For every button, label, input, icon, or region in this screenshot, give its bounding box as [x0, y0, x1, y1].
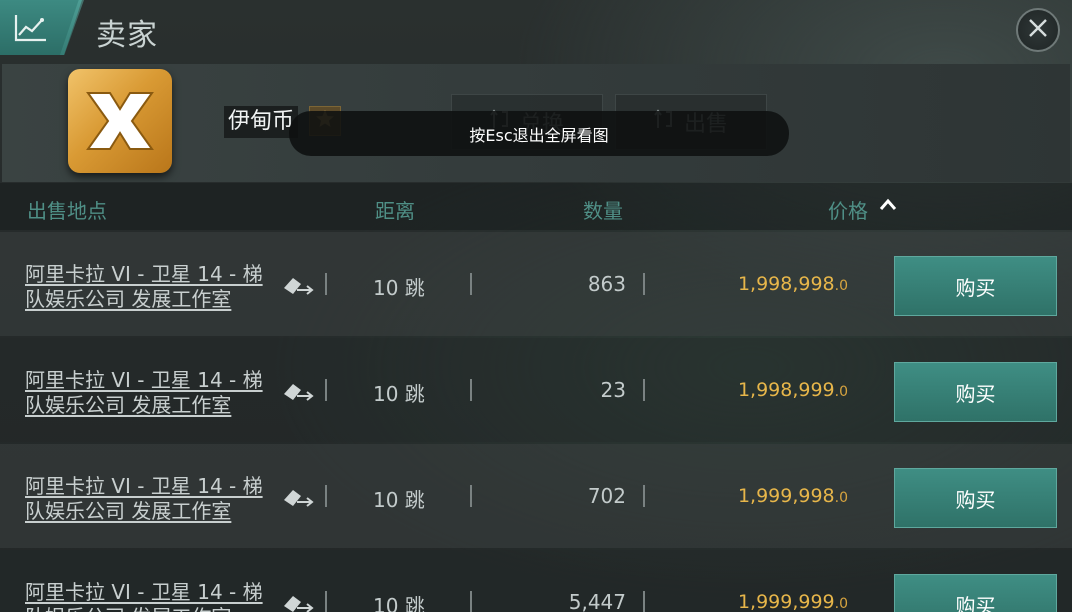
column-price[interactable]: 价格 — [828, 195, 868, 224]
price: 1,998,998.0 — [660, 273, 848, 295]
table-row: 阿里卡拉 VI - 卫星 14 - 梯队娱乐公司 发展工作室 10 跳 5,44… — [0, 550, 1072, 612]
item-name: 伊甸币 — [224, 106, 299, 138]
column-location[interactable]: 出售地点 — [27, 195, 107, 224]
isk-coin-icon — [68, 69, 172, 173]
separator — [470, 485, 472, 507]
separator — [325, 379, 327, 401]
separator — [325, 273, 327, 295]
table-row: 阿里卡拉 VI - 卫星 14 - 梯队娱乐公司 发展工作室 10 跳 702 … — [0, 444, 1072, 548]
price-decimal: .0 — [834, 490, 848, 506]
column-quantity[interactable]: 数量 — [583, 195, 623, 224]
station-link[interactable]: 阿里卡拉 VI - 卫星 14 - 梯队娱乐公司 发展工作室 — [25, 368, 270, 418]
separator — [643, 273, 645, 295]
route-icon[interactable] — [281, 272, 317, 304]
table-row: 阿里卡拉 VI - 卫星 14 - 梯队娱乐公司 发展工作室 10 跳 863 … — [0, 232, 1072, 336]
price-value: 1,998,999 — [737, 379, 835, 401]
price-decimal: .0 — [834, 278, 848, 294]
jump-distance: 10 跳 — [373, 276, 425, 300]
price: 1,999,999.0 — [660, 591, 848, 612]
price-decimal: .0 — [834, 384, 848, 400]
quantity: 863 — [587, 272, 626, 296]
station-link[interactable]: 阿里卡拉 VI - 卫星 14 - 梯队娱乐公司 发展工作室 — [25, 580, 270, 612]
sort-ascending-icon[interactable] — [878, 196, 898, 216]
separator — [643, 591, 645, 612]
quantity: 5,447 — [568, 590, 626, 612]
table-row: 阿里卡拉 VI - 卫星 14 - 梯队娱乐公司 发展工作室 10 跳 23 1… — [0, 338, 1072, 442]
separator — [470, 591, 472, 612]
jump-distance: 10 跳 — [373, 594, 425, 612]
price: 1,998,999.0 — [660, 379, 848, 401]
jump-distance: 10 跳 — [373, 488, 425, 512]
separator — [470, 273, 472, 295]
buy-button[interactable]: 购买 — [894, 574, 1057, 612]
buy-button[interactable]: 购买 — [894, 256, 1057, 316]
price-value: 1,998,998 — [737, 273, 835, 295]
separator — [325, 591, 327, 612]
price-value: 1,999,998 — [737, 485, 835, 507]
separator — [643, 379, 645, 401]
separator — [470, 379, 472, 401]
buy-button[interactable]: 购买 — [894, 468, 1057, 528]
jump-distance: 10 跳 — [373, 382, 425, 406]
separator — [643, 485, 645, 507]
station-link[interactable]: 阿里卡拉 VI - 卫星 14 - 梯队娱乐公司 发展工作室 — [25, 474, 270, 524]
market-chart-icon — [14, 13, 48, 43]
route-icon[interactable] — [281, 378, 317, 410]
quantity: 23 — [600, 378, 626, 402]
separator — [325, 485, 327, 507]
close-button[interactable] — [1016, 8, 1060, 52]
price-value: 1,999,999 — [737, 591, 835, 612]
route-icon[interactable] — [281, 484, 317, 516]
quantity: 702 — [587, 484, 626, 508]
buy-button[interactable]: 购买 — [894, 362, 1057, 422]
column-distance[interactable]: 距离 — [375, 195, 415, 224]
window-header: 卖家 — [0, 0, 1072, 60]
price: 1,999,998.0 — [660, 485, 848, 507]
station-link[interactable]: 阿里卡拉 VI - 卫星 14 - 梯队娱乐公司 发展工作室 — [25, 262, 270, 312]
page-title: 卖家 — [96, 18, 158, 53]
table-header: 出售地点 距离 数量 价格 — [0, 183, 1072, 230]
fullscreen-toast: 按Esc退出全屏看图 — [289, 111, 789, 156]
price-decimal: .0 — [834, 596, 848, 612]
route-icon[interactable] — [281, 590, 317, 612]
close-icon — [1027, 17, 1049, 43]
